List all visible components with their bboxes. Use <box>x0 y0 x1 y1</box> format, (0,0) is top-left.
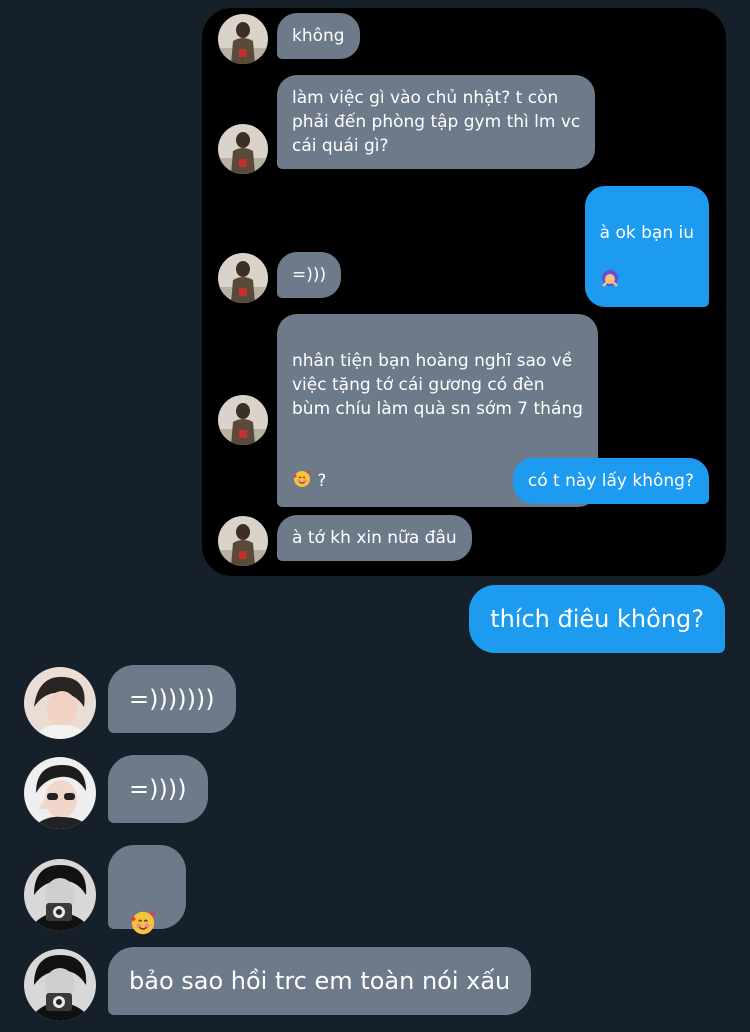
avatar[interactable] <box>218 395 268 445</box>
dm-conversation-screen: không làm việc gì vào chủ nhật? t còn ph… <box>0 0 750 1032</box>
quoted-conversation-card: không làm việc gì vào chủ nhật? t còn ph… <box>202 8 726 576</box>
message-bubble-outgoing[interactable]: có t này lấy không? <box>512 458 709 504</box>
user-photo-icon <box>24 667 96 739</box>
avatar[interactable] <box>218 124 268 174</box>
avatar[interactable] <box>218 253 268 303</box>
message-bubble-incoming[interactable]: =))) <box>277 252 342 298</box>
avatar[interactable] <box>24 949 96 1021</box>
message-text: nhân tiện bạn hoàng nghĩ sao về việc tặn… <box>292 351 583 419</box>
avatar[interactable] <box>24 757 96 829</box>
smiling-face-with-hearts-emoji <box>129 875 157 946</box>
user-photo-icon <box>218 14 268 64</box>
avatar[interactable] <box>218 14 268 64</box>
message-bubble-outgoing[interactable]: thích điêu không? <box>469 585 725 653</box>
user-photo-icon <box>218 516 268 566</box>
user-photo-icon <box>218 395 268 445</box>
user-photo-icon <box>24 949 96 1021</box>
user-photo-icon <box>218 253 268 303</box>
user-photo-icon <box>24 859 96 931</box>
message-text: à ok bạn iu <box>599 223 694 243</box>
user-photo-icon <box>218 124 268 174</box>
avatar[interactable] <box>218 516 268 566</box>
user-photo-icon <box>24 757 96 829</box>
avatar[interactable] <box>24 667 96 739</box>
message-bubble-incoming[interactable]: à tớ kh xin nữa đâu <box>277 515 472 561</box>
message-bubble-incoming[interactable]: làm việc gì vào chủ nhật? t còn phải đến… <box>277 75 596 169</box>
message-bubble-outgoing[interactable]: à ok bạn iu <box>584 186 709 307</box>
message-bubble-incoming[interactable]: bảo sao hồi trc em toàn nói xấu <box>108 947 532 1015</box>
message-bubble-incoming[interactable]: =)))) <box>108 755 208 823</box>
message-bubble-incoming[interactable]: không <box>277 13 360 59</box>
person-gesturing-no-emoji <box>600 245 620 296</box>
message-text-tail: ? <box>312 471 327 491</box>
smiling-face-with-hearts-emoji <box>292 445 312 496</box>
message-bubble-incoming[interactable]: =))))))) <box>108 665 236 733</box>
avatar[interactable] <box>24 859 96 931</box>
message-bubble-incoming[interactable] <box>108 845 186 935</box>
